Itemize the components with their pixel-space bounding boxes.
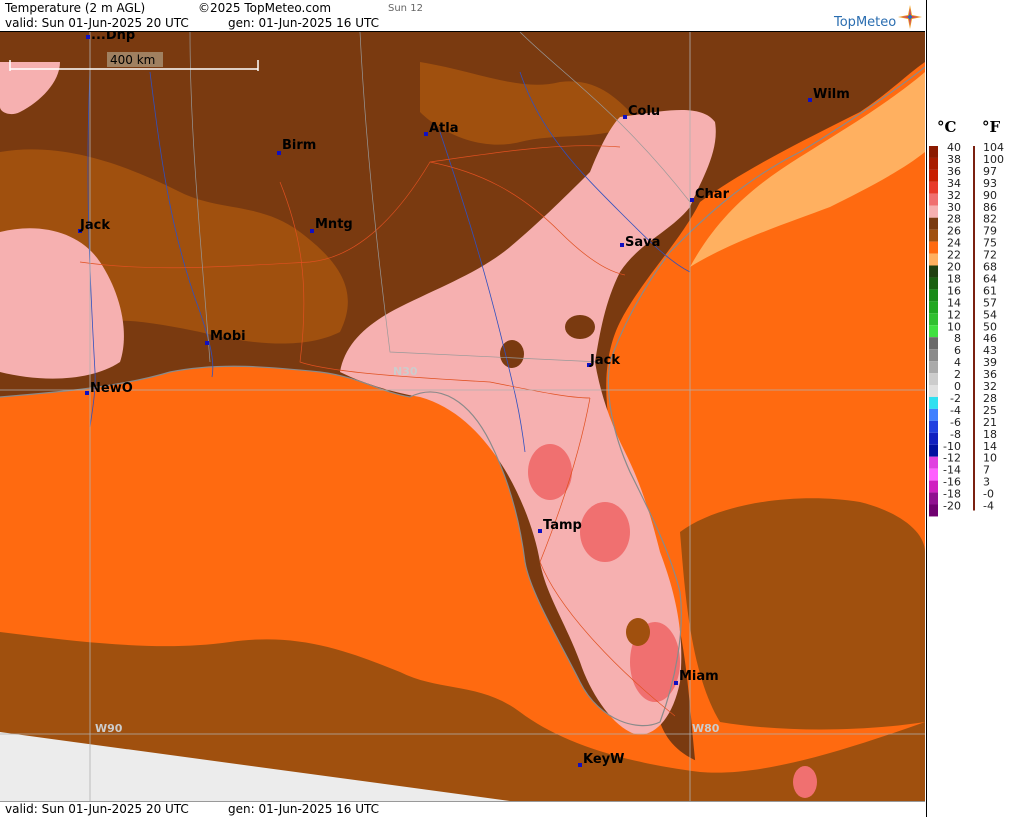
city-label-mobi: Mobi	[210, 329, 246, 344]
city-marker-top	[86, 35, 90, 39]
city-label-keyw: KeyW	[583, 752, 624, 767]
city-label-jack-fl: Jack	[589, 353, 620, 368]
grid-label-w80: W80	[692, 722, 720, 735]
city-label-char: Char	[695, 187, 730, 202]
east-atlantic-waters	[680, 498, 925, 730]
legend-f-label: -4	[983, 500, 994, 513]
scale-bar-label: 400 km	[110, 53, 155, 67]
city-label-colu: Colu	[628, 104, 660, 119]
legend-swatch	[929, 373, 938, 385]
bahamas-island	[793, 766, 817, 798]
legend-swatch	[929, 456, 938, 469]
city-label-birm: Birm	[282, 138, 316, 153]
legend-swatch	[929, 408, 938, 421]
legend-swatch	[929, 169, 938, 182]
city-marker-miam	[674, 681, 678, 685]
legend-swatch	[929, 301, 938, 314]
brown-patch-ga	[565, 315, 595, 339]
city-marker-atla	[424, 132, 428, 136]
legend-swatch	[929, 241, 938, 254]
grid-label-n30: N30	[393, 365, 418, 378]
legend-swatch	[929, 253, 938, 266]
legend-swatch	[929, 504, 938, 517]
legend-swatch	[929, 385, 938, 397]
logo-text: TopMeteo	[834, 15, 897, 30]
logo-star-icon	[898, 5, 922, 29]
city-label-sava: Sava	[625, 235, 660, 250]
city-label-newo: NewO	[90, 381, 133, 396]
copyright: ©2025 TopMeteo.com	[198, 1, 332, 15]
city-marker-colu	[623, 115, 627, 119]
city-marker-newo	[85, 391, 89, 395]
legend-swatch	[929, 217, 938, 230]
city-marker-mntg	[310, 229, 314, 233]
city-label-top: ...Dhp	[91, 32, 135, 43]
map-frame: Temperature (2 m AGL) ©2025 TopMeteo.com…	[0, 0, 1017, 818]
legend-swatch	[929, 265, 938, 278]
city-label-wilm: Wilm	[813, 87, 850, 102]
city-marker-tamp	[538, 529, 542, 533]
city-label-tamp: Tamp	[543, 518, 582, 533]
legend-swatch	[929, 396, 938, 409]
legend-scale: °C °F 40 10438 10036 9734 9332 9030 8628 8226 79…	[929, 118, 1004, 517]
legend-swatch	[929, 337, 938, 350]
footer-valid-time: valid: Sun 01-Jun-2025 20 UTC	[5, 802, 189, 816]
legend-swatch	[929, 432, 938, 445]
legend-swatch	[929, 325, 938, 338]
legend-c-header: °C	[937, 118, 957, 136]
legend-swatch	[929, 492, 938, 505]
city-marker-mobi	[205, 341, 209, 345]
brown-patch-fl	[500, 340, 524, 368]
gen-time: gen: 01-Jun-2025 16 UTC	[228, 16, 380, 30]
legend-swatch	[929, 277, 938, 290]
city-marker-sava	[620, 243, 624, 247]
city-marker-wilm	[808, 98, 812, 102]
legend-swatch	[929, 193, 938, 206]
legend-swatch	[929, 289, 938, 302]
legend-f-header: °F	[982, 118, 1001, 136]
color-legend: °C °F 40 104 38 100 36 97 34 93 32 90 30 86 28 82 26 79…	[926, 0, 1017, 817]
city-label-miam: Miam	[679, 669, 719, 684]
header-bar: Temperature (2 m AGL) ©2025 TopMeteo.com…	[0, 0, 925, 32]
run-tag: Sun 12	[388, 3, 423, 14]
grid-label-w90: W90	[95, 722, 123, 735]
legend-swatch	[929, 480, 938, 493]
legend-swatch	[929, 313, 938, 326]
legend-swatch	[929, 349, 938, 362]
footer-gen-time: gen: 01-Jun-2025 16 UTC	[228, 802, 380, 816]
valid-time: valid: Sun 01-Jun-2025 20 UTC	[5, 16, 189, 30]
hot-spot-central	[580, 502, 630, 562]
legend-swatch	[929, 157, 938, 170]
city-label-mntg: Mntg	[315, 217, 353, 232]
legend-swatch	[929, 420, 938, 433]
city-marker-char	[690, 198, 694, 202]
legend-c-label: -20	[943, 500, 961, 513]
city-marker-birm	[277, 151, 281, 155]
legend-swatch	[929, 181, 938, 194]
legend-swatch	[929, 444, 938, 457]
city-label-jack-ms: Jack	[79, 218, 110, 233]
legend-swatch	[929, 468, 938, 481]
map-title: Temperature (2 m AGL)	[5, 1, 146, 15]
legend-swatch	[929, 361, 938, 374]
city-label-atla: Atla	[429, 121, 459, 136]
city-marker-keyw	[578, 763, 582, 767]
legend-swatch	[929, 229, 938, 242]
temperature-map: N30 W90 W80 400 km ...Dhp Wilm Colu Atla…	[0, 32, 925, 801]
lake-okeechobee	[626, 618, 650, 646]
legend-swatch	[929, 146, 938, 158]
legend-swatch	[929, 205, 938, 218]
footer-bar: valid: Sun 01-Jun-2025 20 UTC gen: 01-Ju…	[0, 801, 925, 818]
